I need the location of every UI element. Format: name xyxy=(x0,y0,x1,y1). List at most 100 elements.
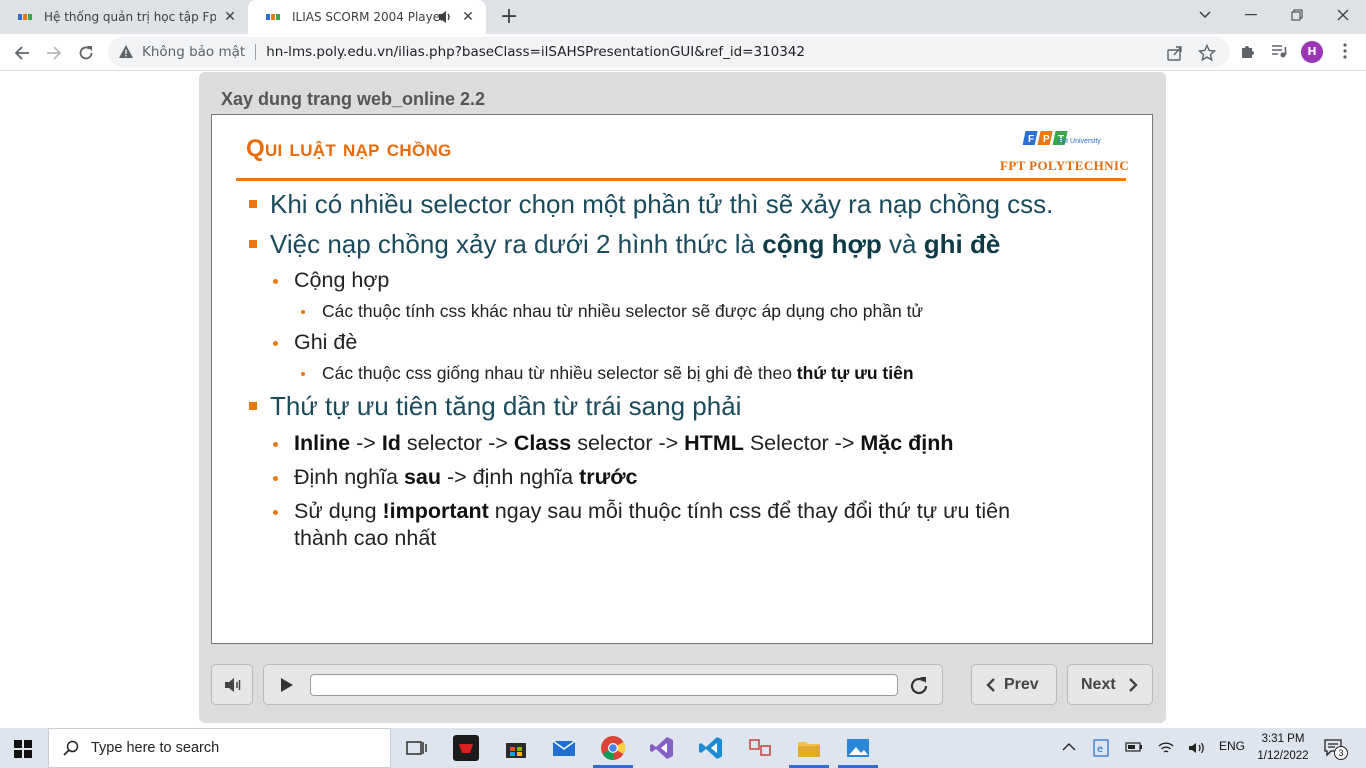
notification-count: 3 xyxy=(1334,746,1348,760)
fpt-favicon-icon xyxy=(18,12,34,22)
svg-text:F: F xyxy=(1028,134,1034,145)
media-queue-icon[interactable] xyxy=(1270,42,1288,60)
bold-text: cộng hợp xyxy=(762,229,882,259)
play-icon[interactable] xyxy=(280,677,294,693)
tab-scorm-player[interactable]: ILIAS SCORM 2004 Player ✕ xyxy=(248,0,486,34)
clock-date: 1/12/2022 xyxy=(1257,750,1309,762)
bullet-text: ngay sau mỗi thuộc tính css để thay đổi … xyxy=(488,499,1011,523)
tab-search-icon[interactable] xyxy=(1182,0,1228,30)
game-app-icon[interactable] xyxy=(453,735,479,761)
speaker-icon[interactable] xyxy=(438,9,452,25)
vscode-icon[interactable] xyxy=(698,735,724,761)
playback-bar xyxy=(263,664,943,705)
bullet-3: Thứ tự ưu tiên tăng dần từ trái sang phả… xyxy=(249,391,742,422)
logo-name-text: FPT POLYTECHNIC xyxy=(1000,158,1130,173)
back-arrow-icon[interactable] xyxy=(9,40,35,66)
forward-arrow-icon[interactable] xyxy=(41,40,67,66)
next-label: Next xyxy=(1081,676,1116,693)
taskbar-search-box[interactable]: Type here to search xyxy=(48,728,391,768)
bullet-text: Ghi đè xyxy=(294,330,358,354)
chrome-icon[interactable] xyxy=(600,735,626,761)
tab-lms[interactable]: Hệ thống quản trị học tập Fpt Polytechni… xyxy=(0,0,248,34)
tab-title: Hệ thống quản trị học tập Fpt Polytechni… xyxy=(44,10,216,24)
wifi-icon[interactable] xyxy=(1157,740,1175,756)
bullet-dot xyxy=(301,372,305,376)
windows-start-icon[interactable] xyxy=(14,740,32,758)
close-window-button[interactable] xyxy=(1320,0,1366,30)
share-icon[interactable] xyxy=(1166,44,1184,62)
bullet-dot xyxy=(301,310,305,314)
file-explorer-icon[interactable] xyxy=(796,735,822,761)
player-title: Xay dung trang web_online 2.2 xyxy=(221,89,486,109)
battery-icon[interactable] xyxy=(1125,741,1143,753)
replay-icon[interactable] xyxy=(907,674,931,698)
restore-button[interactable] xyxy=(1274,0,1320,30)
menu-dots-icon[interactable] xyxy=(1336,42,1354,60)
security-label[interactable]: Không bảo mật xyxy=(142,44,245,60)
language-indicator[interactable]: ENG xyxy=(1219,739,1245,753)
microsoft-store-icon[interactable] xyxy=(503,735,529,761)
bullet-3-2: Định nghĩa sau -> định nghĩa trước xyxy=(273,465,637,490)
bullet-text: Thứ tự ưu tiên tăng dần từ trái sang phả… xyxy=(270,391,742,421)
minimize-button[interactable] xyxy=(1228,0,1274,30)
bullet-text: Selector -> xyxy=(743,431,861,455)
close-tab-icon[interactable]: ✕ xyxy=(222,9,238,25)
bullet-2-2-1: Các thuộc css giống nhau từ nhiều select… xyxy=(301,363,914,384)
bold-text: Class xyxy=(513,431,572,455)
ime-icon[interactable]: e xyxy=(1093,739,1109,757)
bullet-text: Định nghĩa xyxy=(294,465,404,489)
bullet-3-3: Sử dụng !important ngay sau mỗi thuộc tí… xyxy=(273,499,1011,524)
bullet-text: Việc nạp chồng xảy ra dưới 2 hình thức l… xyxy=(270,229,763,259)
tab-strip: Hệ thống quản trị học tập Fpt Polytechni… xyxy=(0,0,1366,34)
next-button[interactable]: Next xyxy=(1067,664,1153,705)
bullet-2-2: Ghi đè xyxy=(273,330,358,355)
bullet-text: Các thuộc css giống nhau từ nhiều select… xyxy=(322,363,797,383)
new-tab-button[interactable]: + xyxy=(496,4,522,30)
bullet-text: -> xyxy=(350,431,382,455)
heading-rule xyxy=(236,178,1126,181)
extensions-puzzle-icon[interactable] xyxy=(1239,42,1257,60)
prev-button[interactable]: Prev xyxy=(971,664,1057,705)
notification-center-button[interactable]: 3 xyxy=(1324,738,1348,760)
address-bar[interactable]: Không bảo mật hn-lms.poly.edu.vn/ilias.p… xyxy=(108,37,1230,67)
warning-icon[interactable] xyxy=(118,44,134,60)
bullet-square xyxy=(249,200,257,208)
bullet-3-3-continued: thành cao nhất xyxy=(294,526,436,551)
photos-icon[interactable] xyxy=(845,735,871,761)
bold-text: thứ tự ưu tiên xyxy=(796,363,914,383)
url-text[interactable]: hn-lms.poly.edu.vn/ilias.php?baseClass=i… xyxy=(266,44,805,60)
logo-university-text: Fpt University xyxy=(1058,138,1101,145)
bullet-1: Khi có nhiều selector chọn một phần tử t… xyxy=(249,189,1054,220)
bullet-2: Việc nạp chồng xảy ra dưới 2 hình thức l… xyxy=(249,229,1001,260)
bullet-text: Cộng hợp xyxy=(294,268,390,292)
bullet-dot xyxy=(273,510,278,515)
task-view-icon[interactable] xyxy=(403,735,429,761)
bold-text: ghi đè xyxy=(923,229,1001,259)
visual-studio-icon[interactable] xyxy=(649,735,675,761)
bullet-2-1: Cộng hợp xyxy=(273,268,390,293)
bookmark-star-icon[interactable] xyxy=(1198,44,1216,62)
progress-track[interactable] xyxy=(310,674,898,696)
bold-text: Inline xyxy=(294,431,351,455)
search-icon xyxy=(63,740,79,756)
bullet-text: thành cao nhất xyxy=(294,526,437,550)
volume-tray-icon[interactable] xyxy=(1188,740,1206,756)
close-tab-icon[interactable]: ✕ xyxy=(460,9,476,25)
browser-toolbar: Không bảo mật hn-lms.poly.edu.vn/ilias.p… xyxy=(0,34,1366,71)
remote-app-icon[interactable] xyxy=(747,735,773,761)
bullet-text: Khi có nhiều selector chọn một phần tử t… xyxy=(270,189,1054,219)
taskbar: Type here to search e ENG 3:31 PM 1/12/2… xyxy=(0,728,1366,768)
bold-text: HTML xyxy=(684,431,744,455)
search-placeholder: Type here to search xyxy=(91,740,220,756)
chevron-up-icon[interactable] xyxy=(1062,742,1076,752)
mail-icon[interactable] xyxy=(551,735,577,761)
slide-content: Qui luật nạp chồng F P T Fpt University … xyxy=(211,114,1153,644)
profile-avatar[interactable]: H xyxy=(1301,41,1323,63)
tab-title: ILIAS SCORM 2004 Player xyxy=(292,10,442,24)
bullet-dot xyxy=(273,279,278,284)
clock[interactable]: 3:31 PM 1/12/2022 xyxy=(1252,731,1314,765)
chevron-right-icon xyxy=(1129,678,1138,692)
volume-button[interactable] xyxy=(211,664,253,705)
reload-icon[interactable] xyxy=(73,40,99,66)
bold-text: sau xyxy=(403,465,442,489)
